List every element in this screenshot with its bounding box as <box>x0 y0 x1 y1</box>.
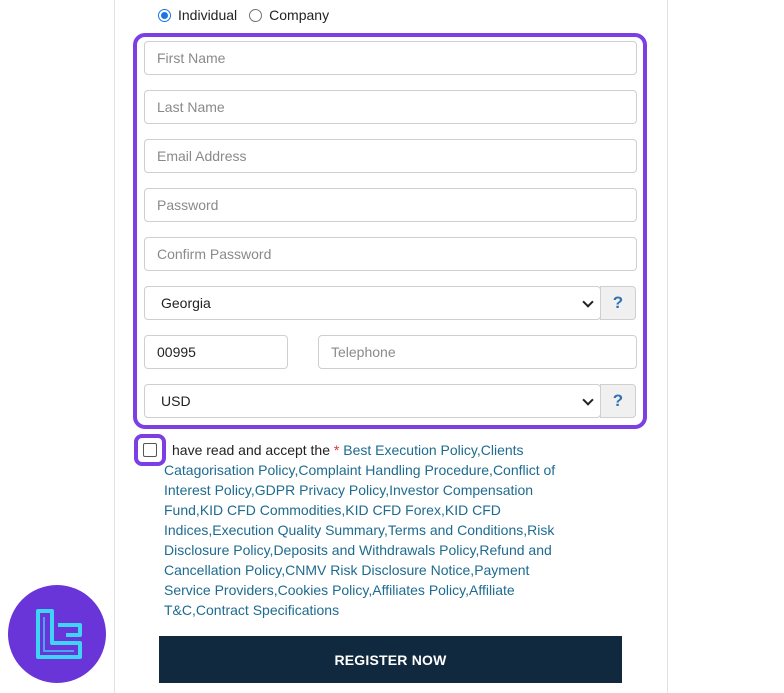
phone-code-input[interactable]: 00995 <box>144 335 288 369</box>
panel-border-right <box>667 0 668 693</box>
terms-link[interactable]: Deposits and Withdrawals Policy <box>273 542 475 558</box>
confirm-password-input[interactable]: Confirm Password <box>144 237 637 271</box>
terms-link[interactable]: CNMV Risk Disclosure Notice <box>285 562 470 578</box>
terms-link[interactable]: Terms and Conditions <box>388 522 523 538</box>
last-name-placeholder: Last Name <box>157 99 225 115</box>
terms-text: have read and accept the * Best Executio… <box>164 440 556 620</box>
country-help-button[interactable]: ? <box>600 286 636 320</box>
currency-select[interactable]: USD <box>144 384 601 418</box>
brand-logo <box>8 585 106 683</box>
radio-individual-label[interactable]: Individual <box>178 7 237 23</box>
radio-company[interactable] <box>249 8 263 22</box>
email-placeholder: Email Address <box>157 148 247 164</box>
first-name-placeholder: First Name <box>157 50 226 66</box>
terms-link[interactable]: KID CFD Forex <box>345 502 441 518</box>
terms-link[interactable]: Contract Specifications <box>196 602 339 618</box>
currency-value: USD <box>161 393 191 409</box>
account-type-group: Individual Company <box>158 7 341 23</box>
terms-link[interactable]: Affiliates Policy <box>372 582 465 598</box>
terms-link[interactable]: Execution Quality Summary <box>212 522 384 538</box>
chevron-down-icon <box>582 394 594 406</box>
first-name-input[interactable]: First Name <box>144 41 637 75</box>
required-star: * <box>333 442 340 458</box>
telephone-placeholder: Telephone <box>331 344 396 360</box>
radio-company-label[interactable]: Company <box>269 7 329 23</box>
confirm-password-placeholder: Confirm Password <box>157 246 272 262</box>
email-input[interactable]: Email Address <box>144 139 637 173</box>
terms-link[interactable]: KID CFD Commodities <box>200 502 342 518</box>
radio-individual[interactable] <box>158 8 171 22</box>
terms-links: Best Execution Policy,Clients Catagorisa… <box>164 442 555 618</box>
password-placeholder: Password <box>157 197 219 213</box>
telephone-input[interactable]: Telephone <box>318 335 637 369</box>
password-input[interactable]: Password <box>144 188 637 222</box>
phone-code-value: 00995 <box>157 344 196 360</box>
accept-terms-checkbox[interactable] <box>143 443 157 457</box>
terms-prefix: have read and accept the <box>172 442 334 458</box>
country-value: Georgia <box>161 295 211 311</box>
brand-logo-mark-icon <box>36 609 82 659</box>
country-select[interactable]: Georgia <box>144 286 601 320</box>
chevron-down-icon <box>582 296 594 308</box>
terms-link[interactable]: Best Execution Policy <box>343 442 477 458</box>
currency-help-button[interactable]: ? <box>600 384 636 418</box>
last-name-input[interactable]: Last Name <box>144 90 637 124</box>
terms-link[interactable]: GDPR Privacy Policy <box>255 482 385 498</box>
register-now-button[interactable]: REGISTER NOW <box>159 636 622 683</box>
panel-border-left <box>114 0 115 693</box>
terms-link[interactable]: Cookies Policy <box>278 582 369 598</box>
terms-link[interactable]: Complaint Handling Procedure <box>298 462 489 478</box>
